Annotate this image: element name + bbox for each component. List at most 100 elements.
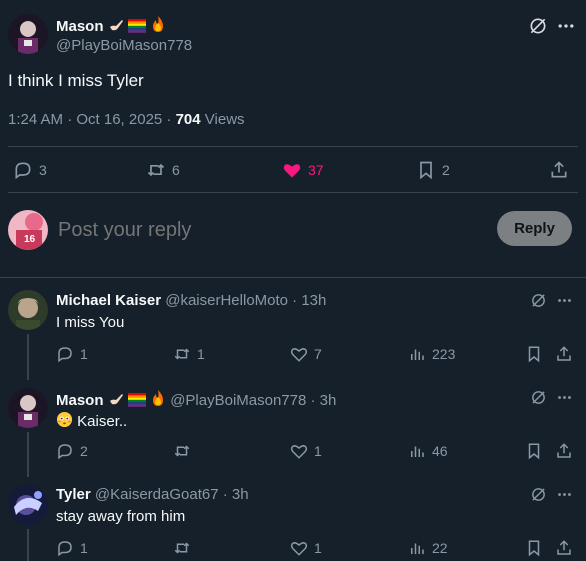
reply-icon xyxy=(56,442,74,460)
avatar[interactable] xyxy=(8,485,48,525)
repost-icon xyxy=(173,442,191,460)
share-button[interactable] xyxy=(555,442,573,460)
reply-count: 2 xyxy=(80,443,88,459)
thread-line xyxy=(27,432,29,477)
repost-count: 1 xyxy=(197,346,205,362)
reply-count: 1 xyxy=(80,346,88,362)
post-text: I think I miss Tyler xyxy=(8,71,144,90)
bookmark-button[interactable] xyxy=(525,345,543,363)
like-count: 1 xyxy=(314,443,322,459)
bookmark-icon xyxy=(525,442,543,460)
like-count: 7 xyxy=(314,346,322,362)
views-icon xyxy=(408,345,426,363)
author-name[interactable]: Tyler xyxy=(56,486,91,503)
share-button[interactable] xyxy=(555,539,573,557)
reply-icon xyxy=(56,539,74,557)
bookmark-icon xyxy=(416,160,436,180)
fire-emoji xyxy=(150,15,166,33)
grok-icon[interactable] xyxy=(528,16,548,36)
more-icon[interactable] xyxy=(556,486,573,503)
post-timestamp[interactable]: 1:24 AM · Oct 16, 2025 · xyxy=(8,111,176,128)
reply-icon xyxy=(56,345,74,363)
divider xyxy=(8,146,578,147)
like-icon xyxy=(282,160,302,180)
bookmark-icon xyxy=(525,345,543,363)
reply-text: I miss You xyxy=(56,314,125,331)
author-handle[interactable]: @PlayBoiMason778 xyxy=(56,37,192,54)
more-icon[interactable] xyxy=(556,292,573,309)
views-label: Views xyxy=(200,111,245,128)
share-icon xyxy=(555,442,573,460)
reply-button[interactable]: 2 xyxy=(56,442,88,460)
grok-icon[interactable] xyxy=(530,292,547,309)
divider xyxy=(8,192,578,193)
reply-input[interactable] xyxy=(58,215,478,245)
reply-submit-label: Reply xyxy=(514,220,555,237)
reply-submit-button[interactable]: Reply xyxy=(497,211,572,246)
reply-text: Kaiser.. xyxy=(77,413,128,430)
repost-count: 6 xyxy=(172,162,180,178)
like-count: 37 xyxy=(308,162,324,178)
share-button[interactable] xyxy=(555,345,573,363)
bookmark-button[interactable] xyxy=(525,539,543,557)
views-icon xyxy=(408,442,426,460)
avatar-badge: 16 xyxy=(24,234,36,245)
views-count: 223 xyxy=(432,346,456,362)
thread-line xyxy=(27,529,29,561)
share-icon xyxy=(555,539,573,557)
views-button[interactable]: 223 xyxy=(408,345,455,363)
share-button[interactable] xyxy=(549,160,569,180)
reply-count: 1 xyxy=(80,540,88,556)
views-icon xyxy=(408,539,426,557)
views-button[interactable]: 46 xyxy=(408,442,448,460)
grok-icon[interactable] xyxy=(530,389,547,406)
repost-icon xyxy=(173,539,191,557)
author-name[interactable]: Mason xyxy=(56,392,104,409)
repost-icon xyxy=(173,345,191,363)
more-icon[interactable] xyxy=(556,389,573,406)
bookmark-button[interactable] xyxy=(525,442,543,460)
repost-button[interactable]: 1 xyxy=(173,345,205,363)
rainbow-flag-emoji xyxy=(127,393,146,407)
thread-line xyxy=(27,334,29,380)
fire-emoji xyxy=(150,389,166,407)
views-count: 22 xyxy=(432,540,448,556)
repost-icon xyxy=(146,160,166,180)
avatar[interactable] xyxy=(8,290,48,330)
author-name[interactable]: Michael Kaiser xyxy=(56,292,161,309)
author-name[interactable]: Mason xyxy=(56,18,104,35)
reply-button[interactable]: 1 xyxy=(56,345,88,363)
bookmark-count: 2 xyxy=(442,162,450,178)
like-button[interactable]: 1 xyxy=(290,539,322,557)
like-button[interactable]: 37 xyxy=(282,160,324,180)
author-handle[interactable]: @kaiserHelloMoto · 13h xyxy=(165,292,326,309)
like-icon xyxy=(290,442,308,460)
flushed-face-emoji xyxy=(56,411,73,428)
reply-text: stay away from him xyxy=(56,508,186,525)
views-count: 46 xyxy=(432,443,448,459)
avatar[interactable] xyxy=(8,388,48,428)
views-count: 704 xyxy=(175,111,201,128)
author-handle[interactable]: @PlayBoiMason778 · 3h xyxy=(170,392,336,409)
share-icon xyxy=(549,160,569,180)
bookmark-button[interactable]: 2 xyxy=(416,160,450,180)
views-button[interactable]: 22 xyxy=(408,539,448,557)
like-button[interactable]: 7 xyxy=(290,345,322,363)
avatar[interactable] xyxy=(8,14,48,54)
hand-emoji xyxy=(108,391,124,407)
repost-button[interactable] xyxy=(173,539,197,557)
like-icon xyxy=(290,539,308,557)
reply-button[interactable]: 1 xyxy=(56,539,88,557)
author-handle[interactable]: @KaiserdaGoat67 · 3h xyxy=(95,486,249,503)
more-icon[interactable] xyxy=(556,16,576,36)
like-button[interactable]: 1 xyxy=(290,442,322,460)
share-icon xyxy=(555,345,573,363)
repost-button[interactable]: 6 xyxy=(146,160,180,180)
grok-icon[interactable] xyxy=(530,486,547,503)
rainbow-flag-emoji xyxy=(127,19,146,33)
repost-button[interactable] xyxy=(173,442,197,460)
reply-button[interactable]: 3 xyxy=(13,160,47,180)
post-meta: 1:24 AM · Oct 16, 2025 · 704 Views xyxy=(8,111,245,128)
like-count: 1 xyxy=(314,540,322,556)
divider xyxy=(0,277,586,278)
